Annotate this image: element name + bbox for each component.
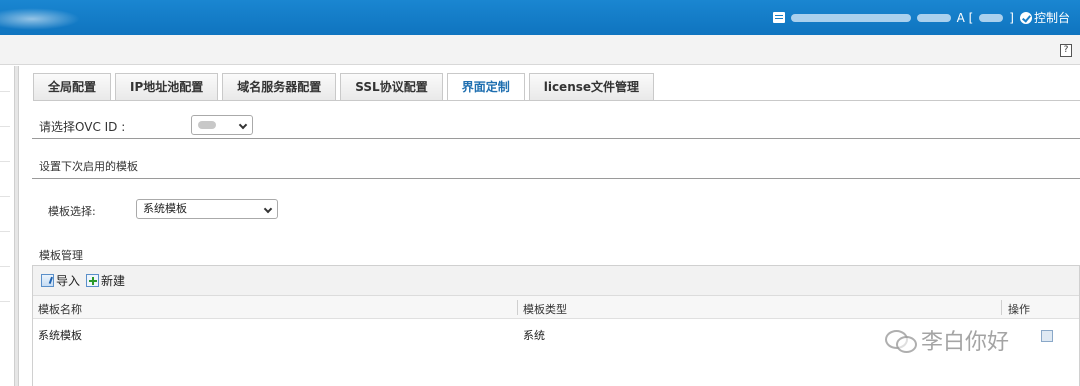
template-select-label: 模板选择:: [48, 205, 96, 218]
wechat-icon: [885, 328, 917, 353]
console-link[interactable]: 控制台: [1019, 9, 1070, 26]
tab-underline: [33, 100, 1080, 101]
user-name-blurred: [916, 13, 951, 22]
left-divider: [0, 231, 10, 232]
sub-toolbar: ?: [0, 35, 1080, 65]
ovc-id-label: 请选择OVC ID :: [39, 120, 126, 134]
left-divider: [0, 161, 10, 162]
tab-ip-pool-config[interactable]: IP地址池配置: [115, 73, 219, 100]
cell-template-name: 系统模板: [38, 329, 82, 342]
edit-icon[interactable]: [1041, 330, 1053, 342]
watermark-text: 李白你好: [921, 330, 1010, 355]
help-icon[interactable]: ?: [1060, 44, 1072, 57]
divider: [32, 178, 1080, 179]
divider: [32, 138, 1080, 139]
left-divider: [0, 196, 10, 197]
tab-global-config[interactable]: 全局配置: [33, 73, 112, 100]
import-icon: [41, 274, 54, 287]
chevron-down-icon: [238, 120, 248, 130]
tab-ssl-protocol-config[interactable]: SSL协议配置: [340, 73, 443, 100]
column-header-name[interactable]: 模板名称: [38, 301, 82, 317]
template-select[interactable]: 系统模板: [136, 199, 278, 219]
column-separator[interactable]: [517, 300, 518, 315]
tab-dns-server-config[interactable]: 域名服务器配置: [222, 73, 337, 100]
next-template-section-title: 设置下次启用的模板: [39, 160, 138, 173]
app-logo: [0, 8, 80, 30]
tab-license-management[interactable]: license文件管理: [528, 73, 655, 100]
new-label: 新建: [101, 274, 126, 288]
template-select-value: 系统模板: [143, 202, 187, 215]
tab-ui-customization[interactable]: 界面定制: [446, 73, 525, 101]
watermark: 李白你好: [885, 324, 1009, 356]
add-icon: [86, 274, 100, 287]
grid-toolbar: 导入 新建: [33, 266, 1079, 296]
user-info-blurred: [790, 13, 911, 22]
import-button[interactable]: 导入: [41, 272, 80, 289]
left-divider: [0, 91, 10, 92]
tab-bar: 全局配置 IP地址池配置 域名服务器配置 SSL协议配置 界面定制 licens…: [33, 73, 655, 101]
user-role-blurred: [979, 13, 1004, 22]
user-suffix: A [: [956, 10, 974, 25]
template-mgmt-section-title: 模板管理: [39, 249, 83, 262]
splitter-handle[interactable]: [14, 66, 19, 386]
ovc-id-select[interactable]: [191, 115, 253, 135]
column-header-type[interactable]: 模板类型: [523, 301, 567, 317]
left-divider: [0, 266, 10, 267]
new-button[interactable]: 新建: [86, 272, 125, 289]
ovc-id-value-blurred: [198, 121, 216, 129]
console-label: 控制台: [1033, 11, 1070, 25]
console-icon: [1019, 11, 1032, 24]
column-separator[interactable]: [1001, 300, 1002, 315]
cell-template-type: 系统: [523, 329, 545, 342]
left-divider: [0, 301, 10, 302]
import-label: 导入: [56, 274, 81, 288]
grid-header: 模板名称 模板类型 操作: [33, 296, 1079, 319]
column-header-actions: 操作: [1008, 303, 1030, 316]
user-card-icon: [772, 12, 785, 23]
top-header: A [ ] 控制台: [0, 0, 1080, 35]
left-divider: [0, 126, 10, 127]
chevron-down-icon: [263, 204, 273, 214]
user-suffix-close: ]: [1009, 10, 1014, 25]
user-area: A [ ] 控制台: [772, 0, 1070, 35]
